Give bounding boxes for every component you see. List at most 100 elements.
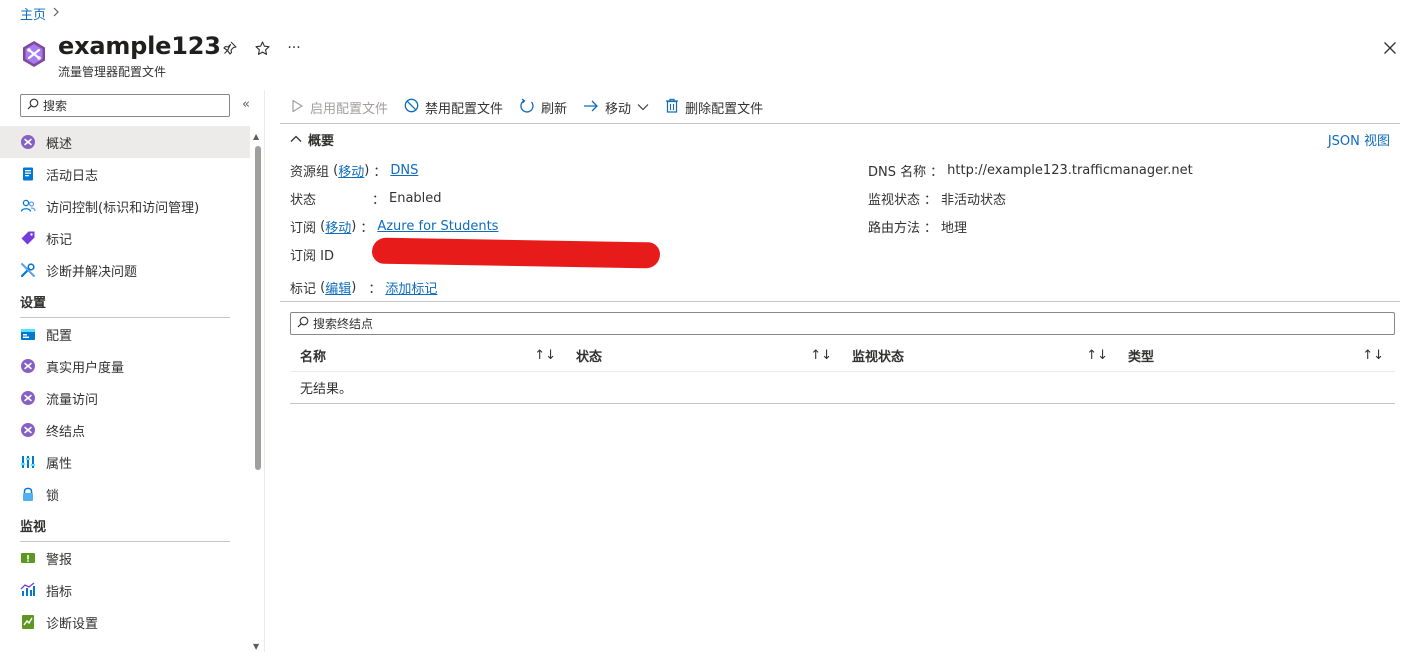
resource-group-move-link[interactable]: 移动 (338, 161, 364, 180)
endpoint-search-box[interactable] (290, 312, 1395, 335)
pin-icon[interactable] (220, 38, 240, 58)
column-header-type[interactable]: 类型 ↑↓ (1118, 340, 1394, 371)
sidebar-item-endpoints[interactable]: 终结点 (0, 414, 250, 446)
sidebar-item-label: 标记 (46, 232, 73, 248)
prop-dns-name: DNS 名称 ： http://example123.trafficmanage… (868, 162, 1193, 180)
prop-routing-method: 路由方法 ： 地理 (868, 216, 967, 236)
sidebar-item-activity-log[interactable]: 活动日志 (0, 158, 250, 190)
command-bar: 启用配置文件 禁用配置文件 刷新 移动 删除配置文件 (280, 92, 1400, 124)
scroll-down-icon[interactable]: ▼ (253, 642, 259, 651)
arrow-right-icon (583, 99, 599, 117)
sidebar-item-diagnose[interactable]: 诊断并解决问题 (0, 254, 250, 286)
sidebar-item-label: 指标 (46, 584, 73, 600)
traffic-manager-resource-icon (20, 40, 48, 68)
sidebar-menu: 概述 活动日志 访问控制(标识和访问管理) 标记 诊断并解决问题 设置 配置 真… (0, 126, 250, 638)
page-header: example123 流量管理器配置文件 ··· (20, 30, 1400, 80)
move-button[interactable]: 移动 (583, 98, 649, 117)
collapse-sidebar-icon[interactable]: « (242, 97, 250, 112)
essentials-panel: 概要 JSON 视图 资源组 (移动) ： DNS 状态 ： Enabled 订… (280, 124, 1400, 302)
prop-subscription: 订阅 (移动) ： Azure for Students (290, 217, 499, 236)
disable-profile-button[interactable]: 禁用配置文件 (404, 98, 503, 117)
sidebar-item-label: 概述 (46, 136, 73, 152)
subscription-move-link[interactable]: 移动 (325, 217, 351, 236)
monitor-status-value: 非活动状态 (941, 192, 1007, 208)
traffic-manager-icon (20, 422, 36, 438)
routing-method-value: 地理 (941, 220, 968, 236)
page-title: example123 (58, 32, 221, 60)
properties-icon (20, 454, 36, 470)
sort-icon[interactable]: ↑↓ (810, 348, 832, 363)
column-header-status[interactable]: 状态 ↑↓ (566, 340, 842, 371)
search-icon (297, 316, 309, 332)
move-label: 移动 (605, 102, 632, 117)
breadcrumb: 主页 (20, 4, 60, 23)
traffic-manager-icon (20, 358, 36, 374)
json-view-link[interactable]: JSON 视图 (1328, 130, 1390, 149)
prop-status: 状态 ： Enabled (290, 190, 442, 208)
block-icon (404, 98, 419, 117)
diagnostic-settings-icon (20, 614, 36, 630)
add-tags-link[interactable]: 添加标记 (385, 278, 437, 297)
subscription-value-link[interactable]: Azure for Students (377, 219, 498, 234)
column-header-name[interactable]: 名称 ↑↓ (290, 340, 566, 371)
star-icon[interactable] (252, 38, 272, 58)
sidebar-section-monitoring: 监视 (0, 510, 250, 542)
delete-profile-button[interactable]: 删除配置文件 (665, 98, 763, 117)
more-icon[interactable]: ··· (284, 38, 304, 58)
prop-subscription-id: 订阅 ID (290, 248, 334, 264)
sidebar-search-box[interactable] (20, 94, 230, 117)
refresh-button[interactable]: 刷新 (519, 97, 568, 118)
sidebar-item-overview[interactable]: 概述 (0, 126, 250, 158)
sidebar-section-settings: 设置 (0, 286, 250, 318)
sidebar-item-metrics[interactable]: 指标 (0, 574, 250, 606)
sidebar-scrollbar[interactable]: ▲ ▼ (252, 130, 262, 652)
metrics-icon (20, 582, 36, 598)
sidebar-item-diagnostic-settings[interactable]: 诊断设置 (0, 606, 250, 638)
sidebar-item-label: 终结点 (46, 424, 86, 440)
wrench-icon (20, 262, 36, 278)
enable-profile-button[interactable]: 启用配置文件 (290, 98, 388, 117)
tag-icon (20, 230, 36, 246)
chevron-down-icon (637, 100, 649, 115)
close-icon[interactable] (1380, 38, 1400, 58)
chevron-up-icon (290, 132, 302, 147)
endpoint-search-input[interactable] (313, 316, 1393, 331)
sidebar-item-configuration[interactable]: 配置 (0, 318, 250, 350)
refresh-label: 刷新 (541, 102, 568, 117)
breadcrumb-home-link[interactable]: 主页 (20, 4, 46, 23)
sidebar-item-label: 活动日志 (46, 168, 99, 184)
resource-group-value-link[interactable]: DNS (390, 163, 418, 178)
sidebar-search-input[interactable] (43, 98, 223, 113)
sidebar-item-properties[interactable]: 属性 (0, 446, 250, 478)
lock-icon (20, 486, 36, 502)
essentials-toggle[interactable]: 概要 (290, 130, 334, 149)
redaction-mark (371, 237, 661, 269)
sidebar-item-label: 流量访问 (46, 392, 99, 408)
column-header-monitor-status[interactable]: 监视状态 ↑↓ (842, 340, 1118, 371)
tags-edit-link[interactable]: 编辑 (325, 278, 351, 297)
dns-name-value: http://example123.trafficmanager.net (947, 162, 1193, 178)
essentials-title: 概要 (308, 134, 335, 149)
sidebar-item-alerts[interactable]: 警报 (0, 542, 250, 574)
sidebar-item-tags[interactable]: 标记 (0, 222, 250, 254)
sort-icon[interactable]: ↑↓ (1086, 348, 1108, 363)
play-icon (290, 99, 304, 117)
activity-log-icon (20, 166, 36, 182)
config-icon (20, 326, 36, 342)
sidebar-item-traffic-view[interactable]: 流量访问 (0, 382, 250, 414)
sidebar-item-label: 访问控制(标识和访问管理) (46, 200, 200, 216)
sort-icon[interactable]: ↑↓ (1362, 348, 1384, 363)
disable-profile-label: 禁用配置文件 (425, 102, 504, 117)
sidebar-item-real-user-measurements[interactable]: 真实用户度量 (0, 350, 250, 382)
sidebar-item-access-control[interactable]: 访问控制(标识和访问管理) (0, 190, 250, 222)
prop-resource-group: 资源组 (移动) ： DNS (290, 161, 419, 180)
empty-results-row: 无结果。 (290, 372, 1395, 404)
sidebar: « 概述 活动日志 访问控制(标识和访问管理) 标记 (0, 90, 265, 652)
refresh-icon (519, 97, 535, 118)
sort-icon[interactable]: ↑↓ (534, 348, 556, 363)
sidebar-scroll-thumb[interactable] (255, 146, 261, 470)
sidebar-item-locks[interactable]: 锁 (0, 478, 250, 510)
scroll-up-icon[interactable]: ▲ (253, 132, 259, 141)
sidebar-item-label: 真实用户度量 (46, 360, 125, 376)
enable-profile-label: 启用配置文件 (310, 102, 389, 117)
